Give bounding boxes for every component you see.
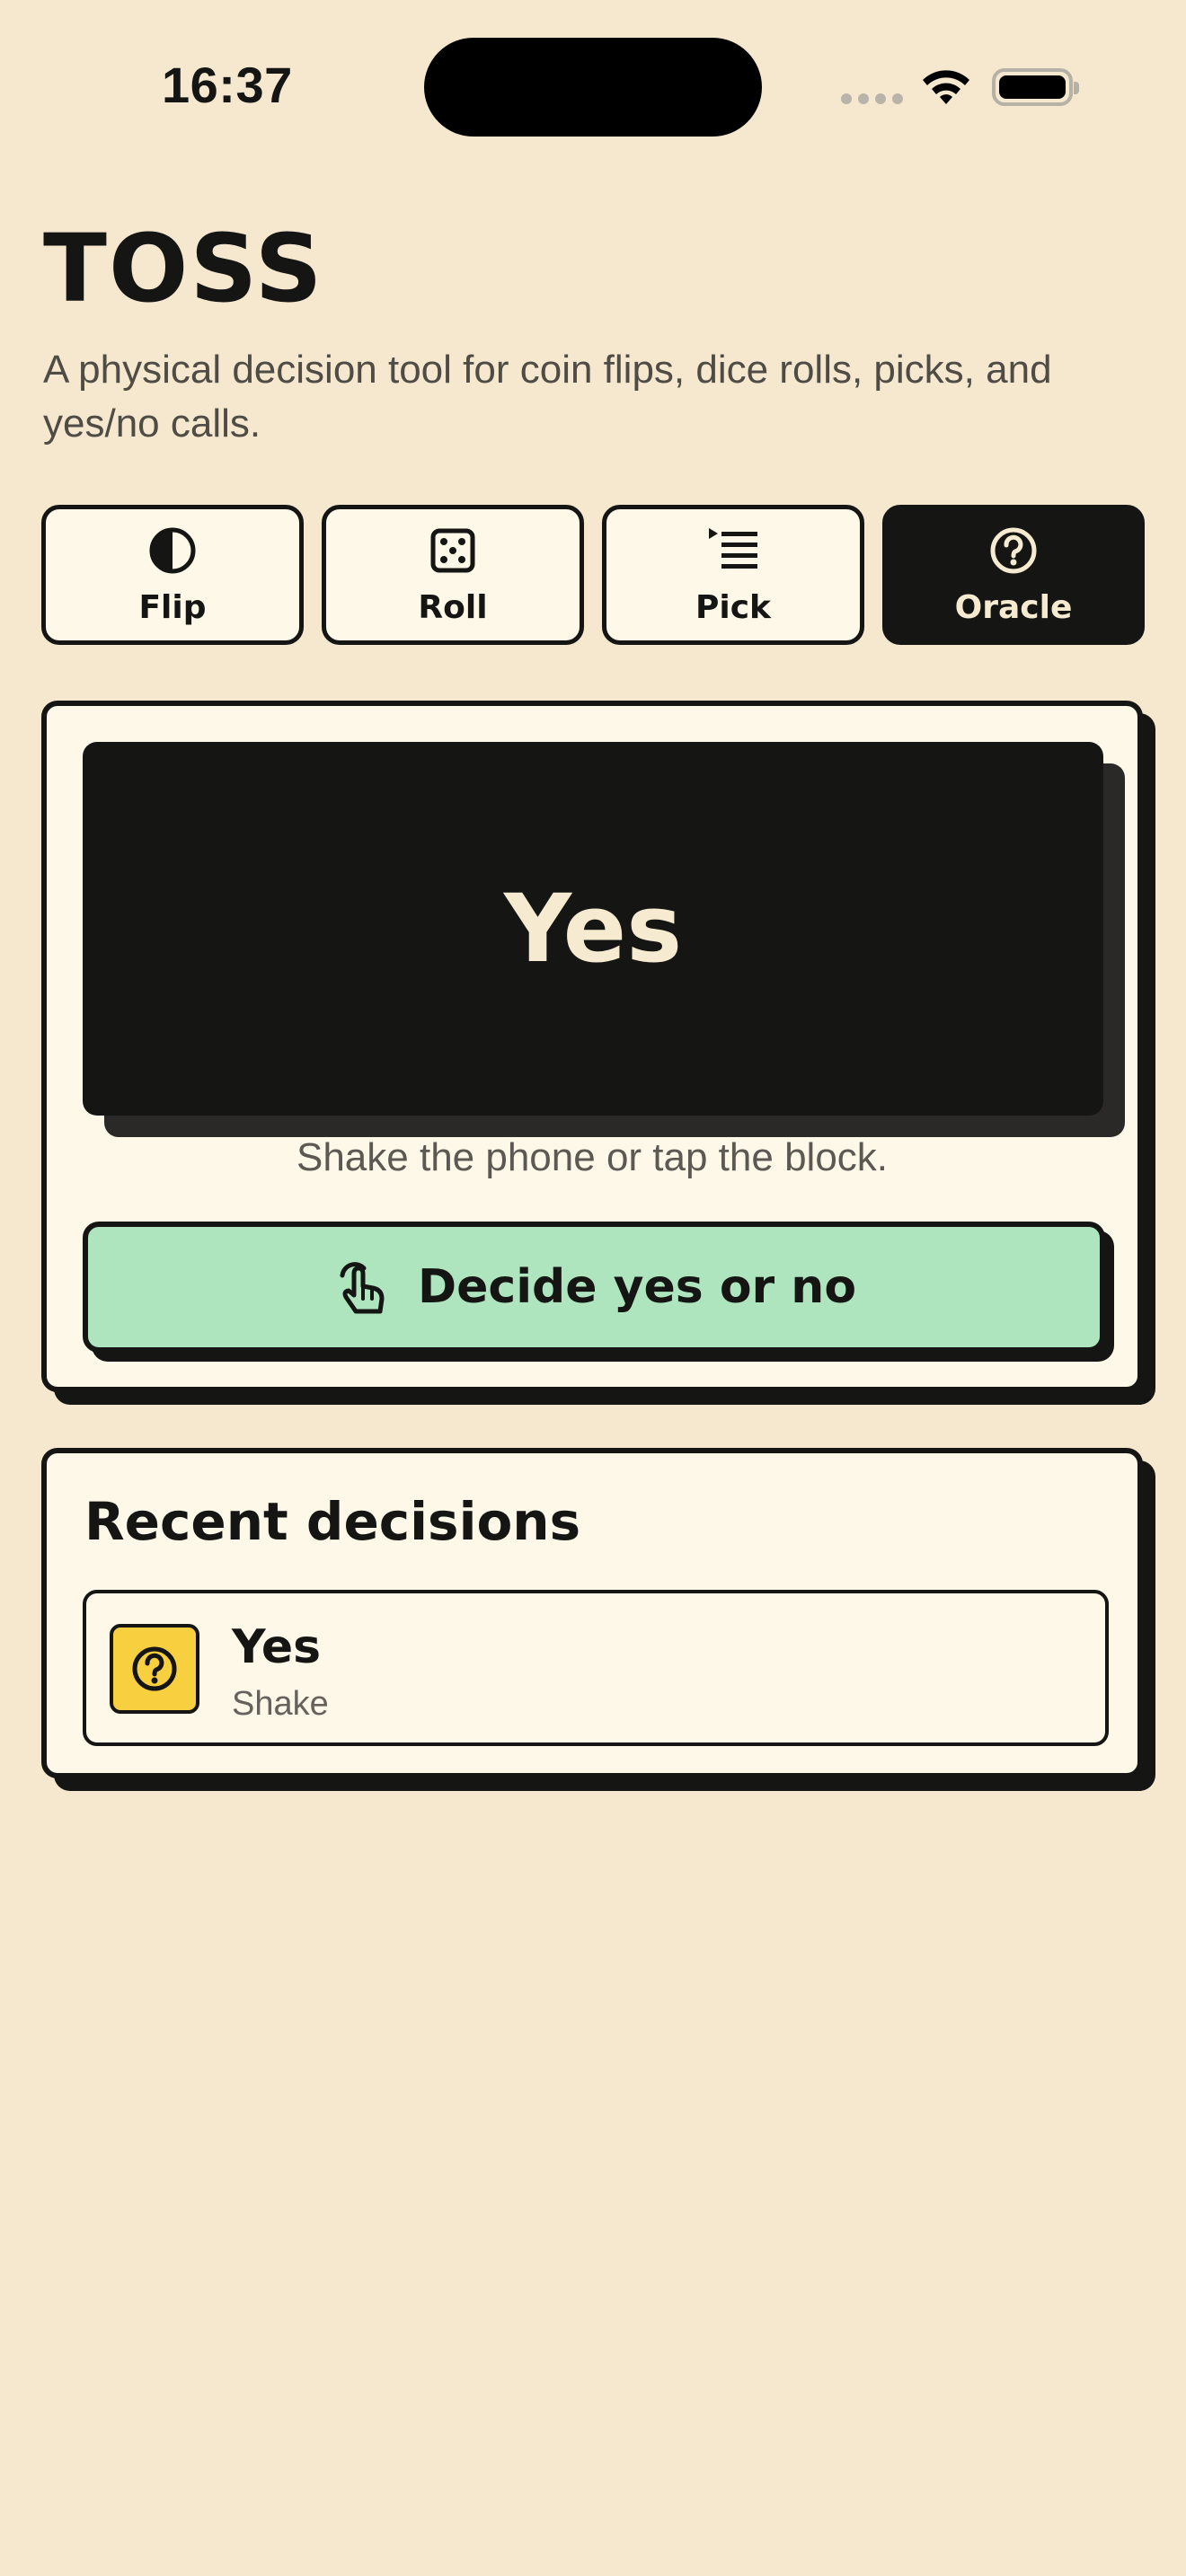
wifi-icon [923, 70, 969, 104]
tab-flip[interactable]: Flip [41, 505, 304, 645]
recent-decisions-card: Recent decisions Yes Shake [41, 1448, 1143, 1778]
decision-result: Yes [232, 1620, 322, 1674]
cellular-signal-icon [841, 93, 903, 104]
app-title: TOSS [43, 214, 324, 323]
list-icon [709, 527, 757, 569]
tab-label: Roll [418, 588, 488, 626]
half-circle-icon [149, 527, 196, 573]
tab-roll[interactable]: Roll [322, 505, 584, 645]
question-circle-icon [132, 1646, 177, 1691]
question-circle-icon [990, 527, 1037, 573]
status-time: 16:37 [162, 57, 293, 113]
tab-pick[interactable]: Pick [602, 505, 864, 645]
tab-label: Oracle [954, 588, 1073, 626]
recent-decisions-title: Recent decisions [84, 1491, 581, 1552]
app-screen: 16:37 TOSS A physical decision tool for … [0, 0, 1186, 2576]
tab-oracle[interactable]: Oracle [882, 505, 1145, 645]
list-item[interactable]: Yes Shake [83, 1590, 1109, 1746]
battery-icon [992, 68, 1079, 106]
answer-text: Yes [503, 874, 683, 984]
oracle-card: Yes Shake the phone or tap the block. De… [41, 701, 1143, 1392]
decision-method: Shake [232, 1685, 329, 1723]
decide-button-label: Decide yes or no [417, 1260, 857, 1314]
app-subtitle: A physical decision tool for coin flips,… [43, 348, 1052, 446]
dynamic-island [424, 38, 762, 137]
tab-label: Flip [138, 588, 207, 626]
oracle-hint: Shake the phone or tap the block. [296, 1135, 889, 1179]
mode-tabs: Flip Roll Pick Oracle [41, 505, 1145, 645]
question-badge [110, 1624, 199, 1714]
decide-button[interactable]: Decide yes or no [83, 1222, 1105, 1353]
tab-label: Pick [695, 588, 771, 626]
tap-hand-icon [340, 1262, 385, 1314]
dice-icon [430, 528, 475, 572]
answer-block[interactable]: Yes [83, 742, 1103, 1116]
